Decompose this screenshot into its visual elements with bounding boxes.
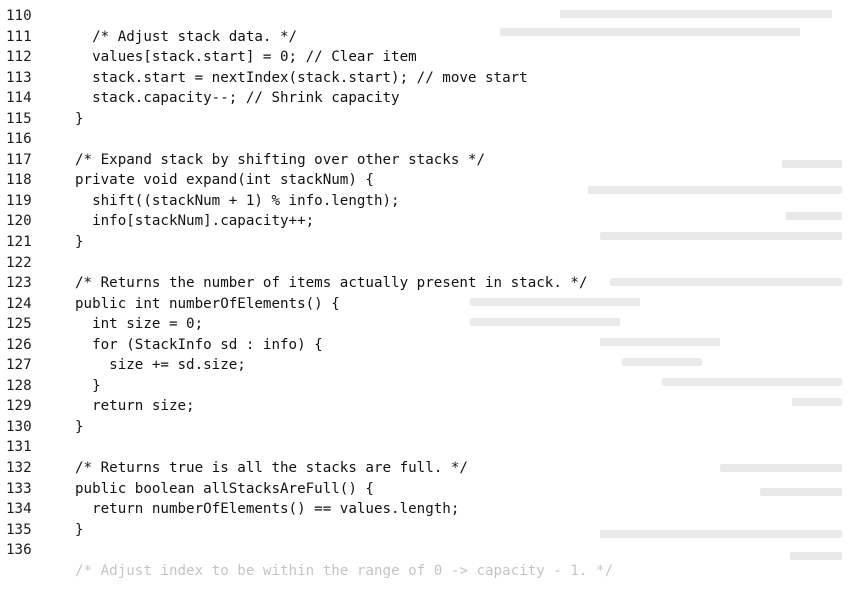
code-text: /* Adjust index to be within the range o… — [75, 562, 614, 579]
code-text: shift((stackNum + 1) % info.length); — [75, 192, 400, 209]
code-text: /* Returns the number of items actually … — [75, 275, 588, 292]
line-number: 128 — [6, 377, 32, 394]
code-line: 122 — [0, 253, 850, 274]
code-text: } — [75, 377, 101, 394]
code-text: /* Returns true is all the stacks are fu… — [75, 460, 468, 477]
code-line: 127 size += sd.size; — [0, 355, 850, 376]
line-number: 115 — [6, 110, 32, 127]
line-number: 135 — [6, 521, 32, 538]
line-number: 132 — [6, 460, 32, 477]
line-number: 118 — [6, 172, 32, 189]
code-line: 133 public boolean allStacksAreFull() { — [0, 479, 850, 500]
line-number: 125 — [6, 316, 32, 333]
line-number: 136 — [6, 542, 32, 559]
code-line: 132 /* Returns true is all the stacks are… — [0, 458, 850, 479]
code-line: 131 — [0, 437, 850, 458]
code-line: 111 /* Adjust stack data. */ — [0, 27, 850, 48]
code-line: 129 return size; — [0, 396, 850, 417]
line-number: 111 — [6, 28, 32, 45]
code-line: 136 — [0, 540, 850, 561]
line-number: 133 — [6, 480, 32, 497]
code-line: 134 return numberOfElements() == values.… — [0, 499, 850, 520]
code-line: 128 } — [0, 376, 850, 397]
code-text: } — [75, 418, 84, 435]
line-number: 130 — [6, 418, 32, 435]
line-number: 122 — [6, 254, 32, 271]
code-text: } — [75, 110, 84, 127]
code-line: 121} — [0, 232, 850, 253]
code-line: 114 stack.capacity--; // Shrink capacity — [0, 88, 850, 109]
code-text: } — [75, 234, 84, 251]
code-text: private void expand(int stackNum) { — [75, 172, 374, 189]
code-text: /* Adjust stack data. */ — [75, 28, 298, 45]
line-number: 116 — [6, 131, 32, 148]
code-line: 110 — [0, 6, 850, 27]
code-line: 130} — [0, 417, 850, 438]
code-text: values[stack.start] = 0; // Clear item — [75, 49, 417, 66]
line-number: 134 — [6, 501, 32, 518]
code-text: for (StackInfo sd : info) { — [75, 336, 323, 353]
line-number: 131 — [6, 439, 32, 456]
code-line: 116 — [0, 129, 850, 150]
code-line: 135} — [0, 520, 850, 541]
line-number: 112 — [6, 49, 32, 66]
line-number: 121 — [6, 234, 32, 251]
code-line: /* Adjust index to be within the range o… — [0, 561, 850, 582]
line-number: 110 — [6, 8, 32, 24]
code-line: 124 public int numberOfElements() { — [0, 294, 850, 315]
code-text: int size = 0; — [75, 316, 204, 333]
code-text: } — [75, 521, 84, 538]
line-number: 129 — [6, 398, 32, 415]
code-line: 119 shift((stackNum + 1) % info.length); — [0, 191, 850, 212]
line-number: 124 — [6, 295, 32, 312]
code-line: 123 /* Returns the number of items actual… — [0, 273, 850, 294]
code-line: 125 int size = 0; — [0, 314, 850, 335]
line-number: 114 — [6, 90, 32, 107]
code-text: info[stackNum].capacity++; — [75, 213, 315, 230]
code-text: public int numberOfElements() { — [75, 295, 340, 312]
line-number: 123 — [6, 275, 32, 292]
line-number: 127 — [6, 357, 32, 374]
code-line: 120 info[stackNum].capacity++; — [0, 211, 850, 232]
code-line: 113 stack.start = nextIndex(stack.start)… — [0, 68, 850, 89]
line-number: 117 — [6, 151, 32, 168]
code-text: return numberOfElements() == values.leng… — [75, 501, 460, 518]
line-number: 120 — [6, 213, 32, 230]
code-text: stack.capacity--; // Shrink capacity — [75, 90, 400, 107]
code-text: stack.start = nextIndex(stack.start); //… — [75, 69, 528, 86]
code-text: return size; — [75, 398, 195, 415]
code-line: 118 private void expand(int stackNum) { — [0, 170, 850, 191]
code-listing: 110 111 /* Adjust stack data. */ 112 val… — [0, 6, 850, 581]
code-line: 117 /* Expand stack by shifting over othe… — [0, 150, 850, 171]
code-text: public boolean allStacksAreFull() { — [75, 480, 374, 497]
code-text: size += sd.size; — [75, 357, 246, 374]
line-number: 126 — [6, 336, 32, 353]
code-line: 126 for (StackInfo sd : info) { — [0, 335, 850, 356]
line-number: 119 — [6, 192, 32, 209]
code-line: 115} — [0, 109, 850, 130]
code-text: /* Expand stack by shifting over other s… — [75, 151, 485, 168]
line-number: 113 — [6, 69, 32, 86]
code-line: 112 values[stack.start] = 0; // Clear it… — [0, 47, 850, 68]
